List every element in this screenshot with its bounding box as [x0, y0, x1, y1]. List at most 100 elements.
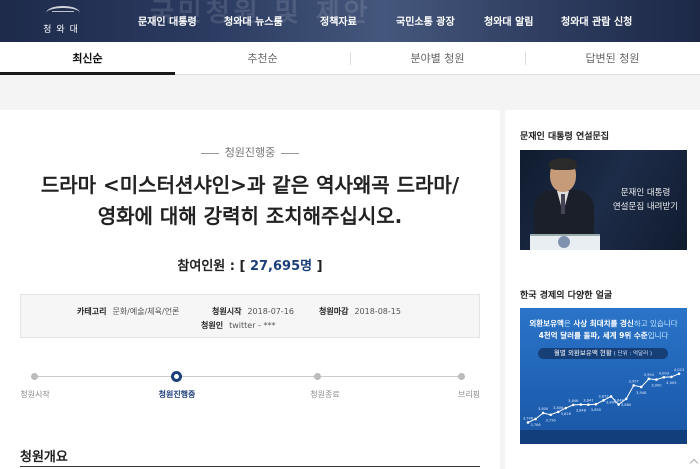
info-label: 청원시작 [212, 307, 242, 316]
tab-recommended[interactable]: 추천순 [175, 42, 350, 75]
headline-part: 외환보유액 [529, 319, 564, 328]
step-label-briefing: 브리핑 [457, 390, 481, 399]
chart-point [670, 375, 673, 379]
economy-headline-2: 4천억 달러를 돌파, 세계 9위 수준입니다 [520, 330, 687, 341]
chart-point [534, 417, 537, 421]
chart-data-label: 3,957 [629, 379, 639, 383]
spacer [0, 76, 700, 110]
step-label-ongoing: 청원진행중 [158, 390, 196, 399]
economy-title: 한국 경제의 다양한 얼굴 [520, 291, 613, 301]
chart-data-label: 3,746 [523, 416, 534, 420]
nav-item-tour[interactable]: 청와대 관람 신청 [561, 13, 632, 28]
nav-item-notice[interactable]: 청와대 알림 [484, 13, 533, 28]
pill-unit: ( 단위 : 억달러 ) [611, 351, 653, 357]
participant-count: 참여인원 : [ 27,695명 ] [0, 255, 500, 274]
pill-text: 월별 외환보유액 현황 [553, 349, 612, 357]
headline-part: 4천억 달러 [538, 331, 574, 340]
petition-status: 청원진행중 [0, 144, 500, 160]
chart-point [587, 403, 590, 407]
info-label: 청원인 [201, 321, 224, 330]
chart-data-label: 4,003 [659, 371, 669, 375]
president-photo [530, 158, 600, 250]
chart-data-label: 3,872 [598, 394, 608, 398]
tie [561, 194, 565, 214]
chart-point [662, 375, 666, 379]
headline-part: 입니다 [647, 331, 669, 340]
info-value: twitter - *** [229, 321, 276, 330]
site-logo[interactable]: 청와대 [34, 6, 92, 36]
step-dot [31, 373, 38, 380]
chart-data-label: 3,847 [583, 399, 593, 403]
nav-item-policy[interactable]: 정책자료 [320, 13, 357, 28]
presidential-seal-icon [558, 236, 570, 248]
chart-data-label: 3,828 [561, 412, 572, 416]
chart-point [564, 406, 568, 410]
info-start-date: 청원시작 2018-07-16 [212, 306, 294, 317]
reserves-line-chart: 3,746 3,766 3,800 3,790 3,806 3,828 3,846 3,848… [520, 368, 687, 444]
chart-data-label: 4,023 [674, 368, 684, 372]
headline-part: 를 돌파, 세계 9위 수준 [574, 331, 648, 340]
economy-chart-label: 월별 외환보유액 현황 ( 단위 : 억달러 ) [538, 348, 668, 359]
count-close: ] [312, 259, 323, 274]
speech-banner-text: 문재인 대통령 연설문집 내려받기 [608, 186, 683, 214]
headline-part: 사상 최대치를 경신 [570, 319, 634, 328]
chart-point [549, 413, 552, 417]
chart-point [632, 384, 635, 387]
economy-headline-1: 외환보유액은 사상 최대치를 경신하고 있습니다 [520, 318, 687, 329]
info-label: 카테고리 [77, 307, 107, 316]
headline-part: 하고 있습니다 [633, 319, 678, 328]
chart-point [556, 410, 560, 414]
count-label: 참여인원 : [ [177, 259, 250, 274]
petition-progress: 청원시작 청원진행중 청원종료 브리핑 [20, 368, 480, 408]
step-dot-active [171, 371, 182, 382]
tab-latest[interactable]: 최신순 [0, 42, 175, 75]
chart-point [602, 399, 605, 402]
info-value: 문화/예술/체육/언론 [112, 307, 180, 316]
chart-point [624, 397, 628, 401]
divider [281, 152, 300, 154]
chart-data-label: 3,846 [568, 399, 579, 403]
speech-collection-banner[interactable]: 문재인 대통령 연설문집 내려받기 [520, 150, 687, 250]
chart-point [677, 372, 681, 376]
top-navigation: 국민청원 및 제안 청와대 문재인 대통령 청와대 뉴스룸 정책자료 국민소통 … [0, 0, 700, 42]
divider [200, 152, 219, 154]
chart-data-label: 3,848 [576, 409, 587, 413]
chart-point [639, 385, 643, 389]
info-category: 카테고리 문화/예술/체육/언론 [77, 306, 179, 317]
chart-data-label: 3,990 [651, 384, 662, 388]
step-label-start: 청원시작 [20, 390, 50, 399]
chart-data-label: 3,790 [546, 419, 557, 423]
tab-category[interactable]: 분야별 청원 [350, 42, 525, 75]
nav-item-president[interactable]: 문재인 대통령 [138, 13, 197, 28]
petition-title: 드라마 <미스터션샤인>과 같은 역사왜곡 드라마/영화에 대해 강력히 조치해… [40, 173, 460, 228]
chart-point [655, 378, 658, 381]
info-label: 청원마감 [319, 307, 349, 316]
headline-part: 은 [563, 319, 571, 328]
info-end-date: 청원마감 2018-08-15 [319, 306, 401, 317]
chart-point [526, 421, 530, 424]
status-label: 청원진행중 [224, 146, 276, 159]
info-value: 2018-07-16 [247, 307, 294, 316]
economy-banner[interactable]: 외환보유액은 사상 최대치를 경신하고 있습니다 4천억 달러를 돌파, 세계 … [520, 308, 687, 444]
chart-point [579, 403, 583, 406]
chart-data-label: 3,880 [621, 403, 632, 407]
chart-point [617, 403, 620, 406]
step-label-closed: 청원종료 [310, 390, 340, 399]
sort-tabs: 최신순 추천순 분야별 청원 답변된 청원 [0, 42, 700, 75]
chart-point [647, 377, 651, 381]
hair [549, 158, 577, 170]
petition-detail: 청원진행중 드라마 <미스터션샤인>과 같은 역사왜곡 드라마/영화에 대해 강… [0, 110, 500, 469]
section-divider [20, 466, 480, 467]
chart-data-label: 3,850 [591, 408, 602, 412]
nav-item-communication[interactable]: 국민소통 광장 [396, 13, 455, 28]
chart-point [572, 403, 575, 407]
progress-line [34, 376, 462, 377]
sidebar: 문재인 대통령 연설문집 문재인 대통령 연설문집 내려받기 한국 경제의 다양… [505, 110, 700, 469]
tab-answered[interactable]: 답변된 청원 [525, 42, 700, 75]
chart-data-label: 3,806 [553, 406, 564, 410]
nav-item-newsroom[interactable]: 청와대 뉴스룸 [224, 13, 283, 28]
count-value: 27,695명 [249, 259, 313, 274]
chart-point [541, 411, 545, 415]
step-dot [314, 373, 321, 380]
step-dot [458, 373, 465, 380]
